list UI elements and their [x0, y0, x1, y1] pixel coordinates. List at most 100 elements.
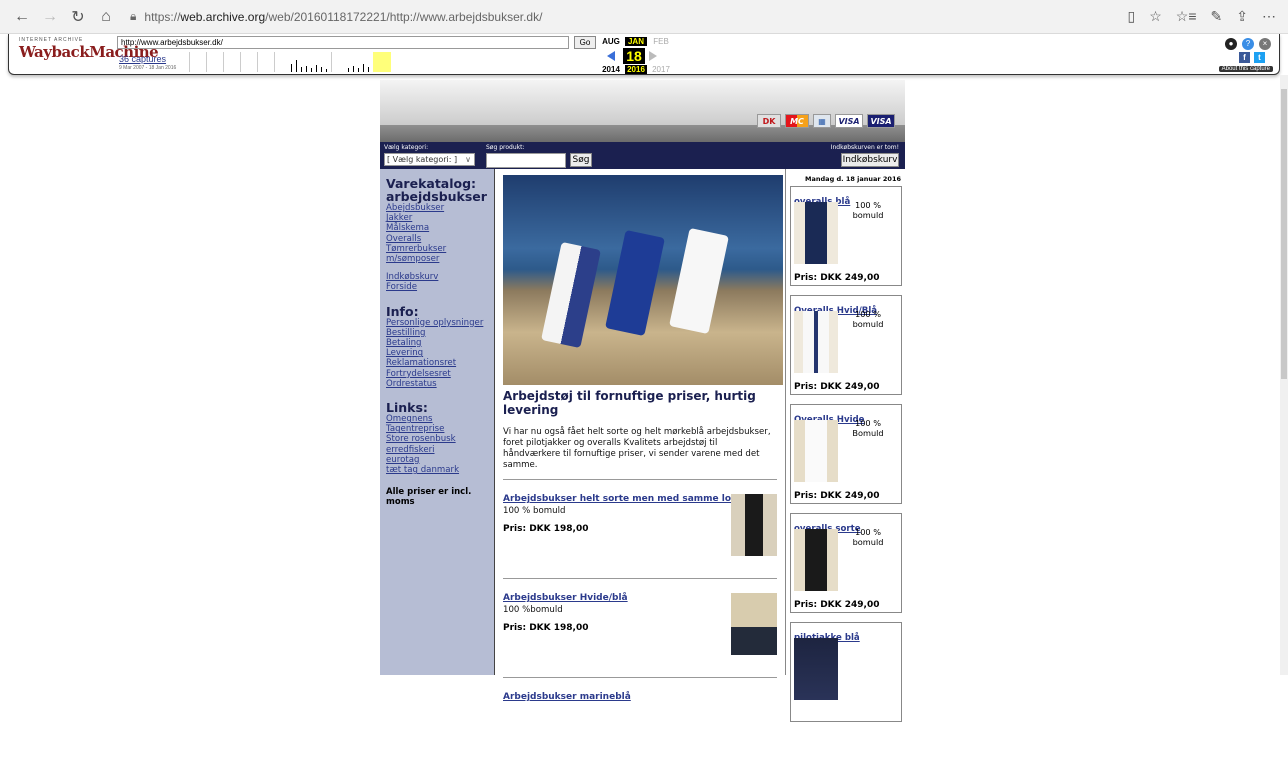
lock-icon: 🔒︎	[130, 9, 137, 23]
scrollbar-thumb[interactable]	[1281, 89, 1287, 379]
featured-product-price: Pris: DKK 249,00	[794, 273, 880, 283]
info-link[interactable]: Reklamationsret	[386, 358, 488, 368]
category-value: [ Vælg kategori: ]	[387, 155, 458, 164]
site-header: DK MC ▦ VISA VISA	[380, 80, 905, 143]
wayback-logo[interactable]: INTERNET ARCHIVE WaybackMachine	[19, 37, 159, 61]
year-prev[interactable]: 2014	[600, 65, 622, 74]
product-item: Arbejdsbukser helt sorte men med samme l…	[503, 486, 777, 570]
category-label: Vælg kategori:	[384, 144, 429, 151]
info-link[interactable]: Betaling	[386, 338, 488, 348]
price-note: Alle priser er incl. moms	[386, 487, 472, 508]
featured-product-image[interactable]	[794, 202, 838, 264]
divider	[503, 677, 777, 678]
right-sidebar: Mandag d. 18 januar 2016 overalls blå 10…	[786, 169, 905, 722]
dankort-icon: DK	[757, 114, 781, 128]
close-icon[interactable]: ×	[1259, 38, 1271, 50]
wayback-url-input[interactable]: http://www.arbejdsbukser.dk/	[117, 36, 569, 49]
catalog-link[interactable]: Målskema	[386, 223, 488, 233]
current-date: Mandag d. 18 januar 2016	[805, 175, 901, 183]
wayback-toolbar: INTERNET ARCHIVE WaybackMachine http://w…	[8, 34, 1280, 75]
browser-toolbar: ← → ↻ ⌂ 🔒︎ https://web.archive.org/web/2…	[0, 0, 1288, 34]
product-thumbnail[interactable]	[731, 494, 777, 556]
search-button[interactable]: Søg	[570, 153, 592, 167]
payment-cards: DK MC ▦ VISA VISA	[757, 114, 895, 128]
refresh-icon[interactable]: ↻	[64, 3, 92, 31]
url-host: web.archive.org	[180, 9, 266, 24]
featured-product-image[interactable]	[794, 311, 838, 373]
external-link[interactable]: Omegnens	[386, 414, 488, 424]
product-title-link[interactable]: Arbejdsbukser helt sorte men med samme l…	[503, 494, 760, 504]
about-capture-button[interactable]: About this capture	[1218, 66, 1273, 72]
intro-text: Vi har nu også fået helt sorte og helt m…	[503, 427, 771, 470]
featured-product-image[interactable]	[794, 420, 838, 482]
captures-link[interactable]: 36 captures	[119, 54, 166, 64]
featured-product: Overalls Hvid/Blå 100 % bomuld Pris: DKK…	[790, 295, 902, 395]
featured-product: overalls sorte 100 % bomuld Pris: DKK 24…	[790, 513, 902, 613]
help-icon[interactable]: ?	[1242, 38, 1254, 50]
catalog-title: Varekatalog: arbejdsbukser	[386, 176, 487, 204]
featured-product-price: Pris: DKK 249,00	[794, 382, 880, 392]
featured-product: overalls blå 100 % bomuld Pris: DKK 249,…	[790, 186, 902, 286]
featured-product: Overalls Hvide 100 % Bomuld Pris: DKK 24…	[790, 404, 902, 504]
year-next: 2017	[652, 65, 670, 74]
info-link[interactable]: Ordrestatus	[386, 379, 488, 389]
catalog-link[interactable]: Jakker	[386, 213, 488, 223]
prev-capture-icon[interactable]	[607, 51, 615, 61]
product-item: Arbejdsbukser Hvide/blå 100 %bomuld Pris…	[503, 585, 777, 669]
external-link[interactable]: tæt tag danmark	[386, 465, 488, 475]
info-link[interactable]: Personlige oplysninger	[386, 318, 488, 328]
visa-electron-icon: VISA	[867, 114, 895, 128]
external-link[interactable]: erredfiskeri	[386, 445, 488, 455]
pen-icon[interactable]: ✎	[1211, 8, 1223, 25]
forward-icon[interactable]: →	[36, 3, 64, 31]
external-link[interactable]: Store rosenbusk	[386, 434, 488, 444]
catalog-link[interactable]: Overalls	[386, 234, 488, 244]
month-next: FEB	[653, 37, 669, 46]
info-link[interactable]: Bestilling	[386, 328, 488, 338]
featured-product-desc: 100 % bomuld	[852, 200, 884, 220]
capture-sparkline[interactable]	[189, 52, 559, 72]
featured-product-image[interactable]	[794, 638, 838, 700]
more-icon[interactable]: ⋯	[1262, 8, 1276, 25]
user-icon[interactable]: ●	[1225, 38, 1237, 50]
info-link[interactable]: Fortrydelsesret	[386, 369, 488, 379]
address-bar[interactable]: 🔒︎ https://web.archive.org/web/201601181…	[130, 4, 1128, 30]
cart-button[interactable]: Indkøbskurv	[841, 153, 899, 167]
site-container: DK MC ▦ VISA VISA Vælg kategori: [ Vælg …	[380, 80, 905, 722]
facebook-icon[interactable]: f	[1239, 52, 1250, 63]
featured-product-image[interactable]	[794, 529, 838, 591]
month-prev[interactable]: AUG	[600, 37, 622, 46]
featured-product-price: Pris: DKK 249,00	[794, 600, 880, 610]
page-scrollbar[interactable]	[1280, 75, 1288, 675]
product-title-link[interactable]: Arbejdsbukser Hvide/blå	[503, 593, 628, 603]
chevron-down-icon: ∨	[465, 155, 471, 164]
catalog-link[interactable]: Tømrerbukser m/sømposer	[386, 244, 488, 264]
favorites-list-icon[interactable]: ☆≡	[1176, 8, 1197, 25]
catalog-link[interactable]: Abejdsbukser	[386, 203, 488, 213]
back-icon[interactable]: ←	[8, 3, 36, 31]
year-current: 2016	[625, 65, 647, 74]
pants-blue	[605, 229, 665, 337]
favorite-star-icon[interactable]: ☆	[1149, 8, 1162, 25]
product-thumbnail[interactable]	[731, 593, 777, 655]
next-capture-icon	[649, 51, 657, 61]
external-link[interactable]: eurotag	[386, 455, 488, 465]
reading-view-icon[interactable]: ▯	[1128, 8, 1136, 25]
home-icon[interactable]: ⌂	[92, 3, 120, 31]
home-link[interactable]: Forside	[386, 282, 488, 292]
links-title: Links:	[386, 400, 428, 416]
twitter-icon[interactable]: t	[1254, 52, 1265, 63]
info-link[interactable]: Levering	[386, 348, 488, 358]
category-select[interactable]: [ Vælg kategori: ] ∨	[384, 153, 475, 166]
search-input[interactable]	[486, 153, 566, 168]
main-content: Arbejdstøj til fornuftige priser, hurtig…	[494, 169, 786, 702]
wayback-go-button[interactable]: Go	[574, 36, 596, 49]
share-icon[interactable]: ⇪	[1236, 8, 1248, 25]
wayback-logo-main: WaybackMachine	[19, 43, 159, 61]
product-title-link[interactable]: Arbejdsbukser marineblå	[503, 692, 631, 702]
mastercard-icon: MC	[785, 114, 809, 128]
cart-status: Indkøbskurven er tom!	[830, 144, 899, 151]
cart-link[interactable]: Indkøbskurv	[386, 272, 488, 282]
external-link[interactable]: Tagentreprise	[386, 424, 488, 434]
pants-white-blue	[541, 241, 601, 349]
